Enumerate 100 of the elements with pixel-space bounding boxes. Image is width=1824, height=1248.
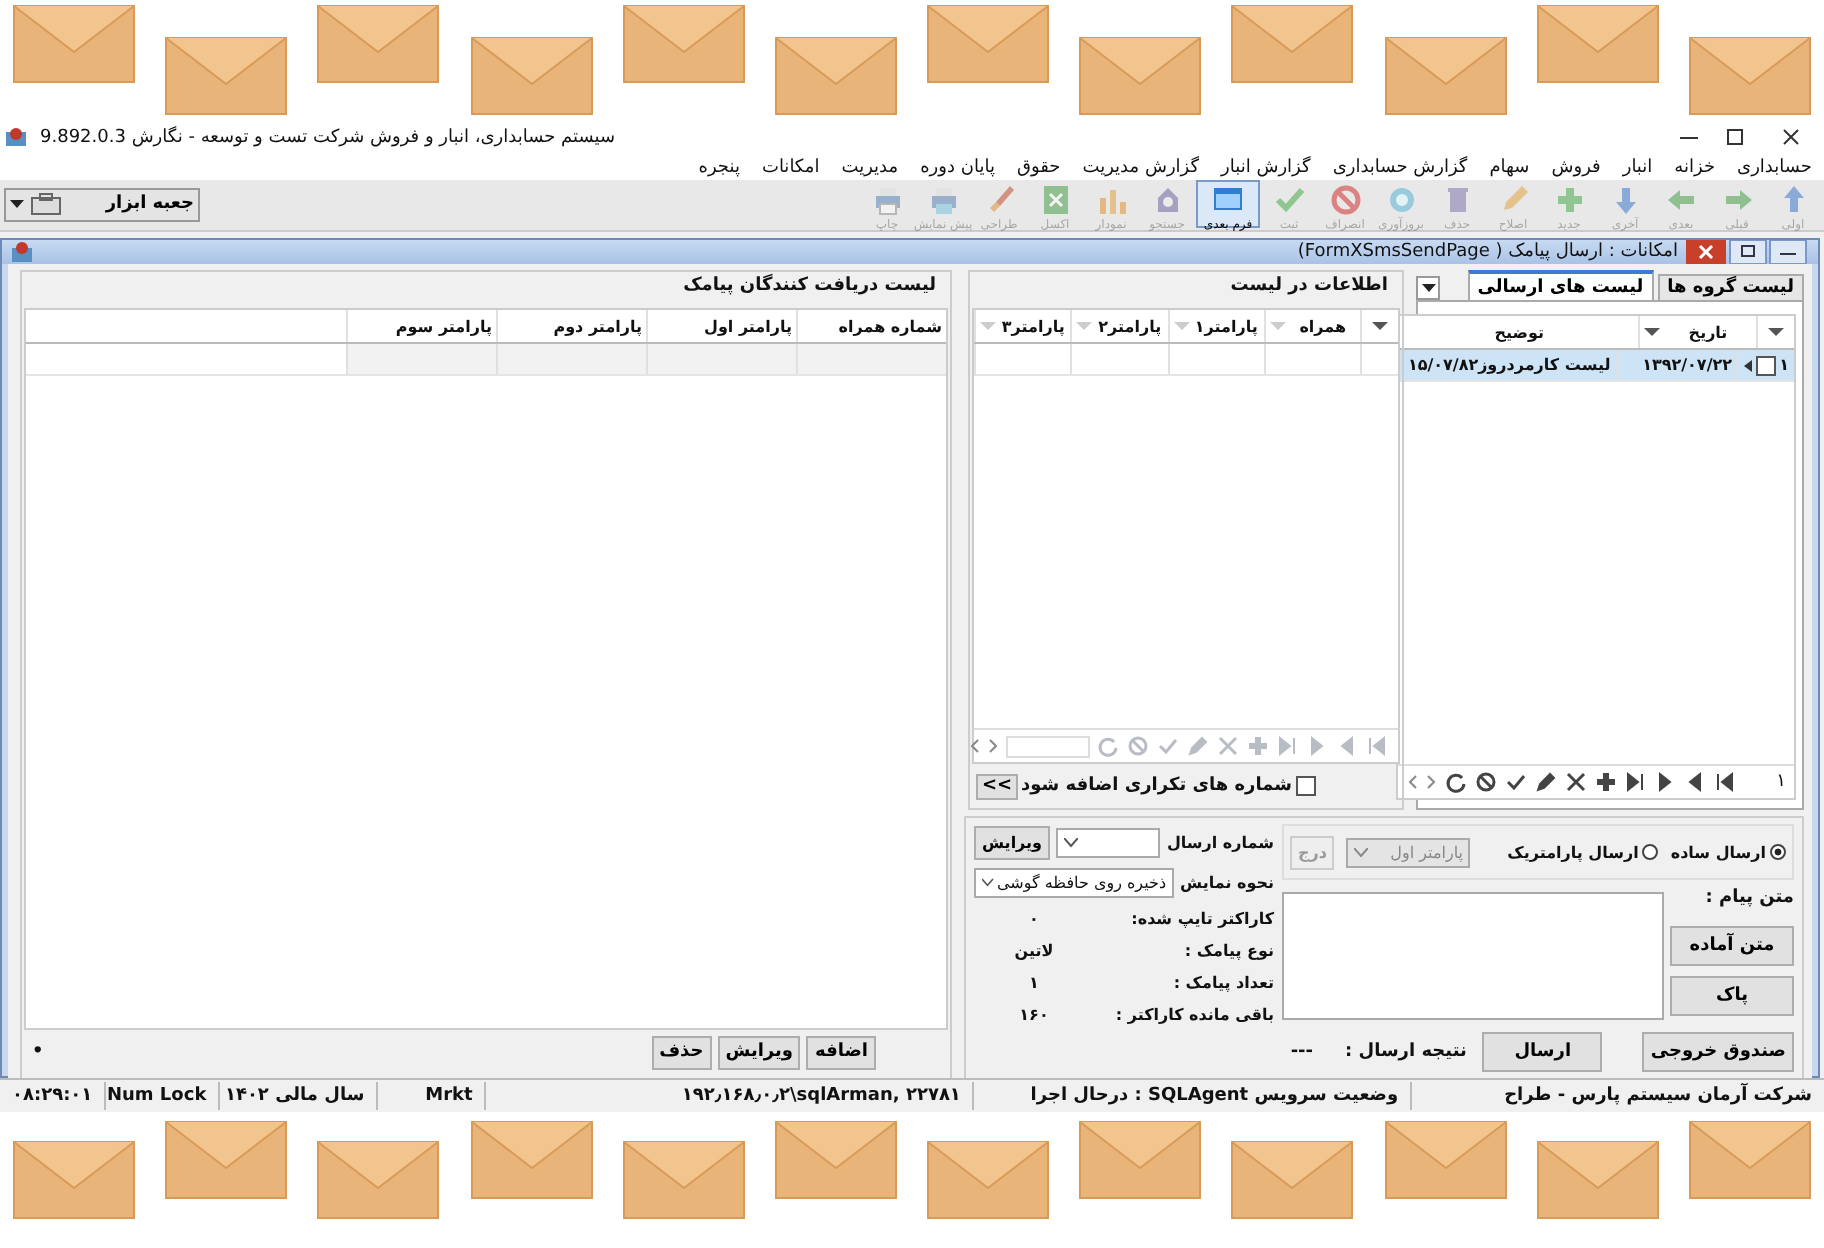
column-header[interactable]: تاریخ [1638, 316, 1756, 349]
menu-item[interactable]: امکانات [761, 157, 820, 178]
refresh-icon[interactable] [1444, 770, 1469, 795]
radio-button[interactable]: ارسال ساده [1670, 843, 1786, 862]
field-label: باقی مانده کاراکتر : [1113, 1005, 1274, 1024]
check-icon[interactable] [1504, 770, 1529, 795]
grid-button[interactable]: حذف [651, 1035, 712, 1070]
envelope-icon [1078, 1120, 1203, 1200]
tab[interactable]: لیست های ارسالی [1467, 270, 1654, 301]
clear-button[interactable]: پاک [1670, 976, 1794, 1017]
field-value: ۱۶۰ [1017, 1005, 1051, 1024]
envelope-icon [316, 1140, 441, 1220]
pencil-icon[interactable] [1534, 770, 1559, 795]
outbox-button[interactable]: صندوق خروجی [1642, 1032, 1794, 1073]
field-label: کاراکتر تایپ شده: [1129, 909, 1274, 928]
field-label: متن پیام : [1703, 888, 1794, 913]
send-button[interactable]: ارسال [1482, 1032, 1603, 1073]
table-cell: ۱۳۹۲/۰۷/۲۲ [1618, 350, 1736, 381]
window-controls-icon [1686, 240, 1810, 265]
sender-select[interactable] [1056, 827, 1161, 858]
record-number: ۱ [1776, 772, 1786, 793]
radio-button[interactable]: ارسال پارامتریک [1507, 843, 1659, 862]
first-icon[interactable] [1714, 770, 1739, 795]
new-row[interactable] [974, 344, 1398, 377]
expand-button[interactable]: >> [976, 773, 1019, 800]
envelope-icon [926, 4, 1051, 84]
envelope-icon [1687, 36, 1812, 116]
new-row[interactable] [26, 344, 946, 377]
close-icon[interactable] [1564, 770, 1589, 795]
field-label: نحوه نمایش [1180, 873, 1274, 892]
envelope-icon [164, 1120, 289, 1200]
column-header[interactable]: شماره همراه [796, 310, 946, 343]
field-value: ۱ [1027, 973, 1041, 992]
display-select[interactable]: ذخیره روی حافظه گوشی [974, 867, 1175, 898]
envelope-icon [1383, 36, 1508, 116]
envelope-icon [469, 1120, 594, 1200]
envelope-icon [1535, 4, 1660, 84]
status-item: سال مالی ۱۴۰۲ [218, 1082, 377, 1111]
status-text: • [32, 1042, 44, 1063]
menu-item[interactable]: گزارش انبار [1221, 157, 1311, 178]
edit-button[interactable]: ویرایش [974, 825, 1051, 860]
result-value: --- [1290, 1042, 1314, 1063]
message-field[interactable] [1282, 892, 1664, 1021]
status-item: Num Lock [104, 1082, 219, 1111]
menu-item[interactable]: خزانه [1674, 157, 1716, 178]
filter-icon[interactable] [1644, 324, 1660, 341]
envelope-icon [1078, 36, 1203, 116]
menu-item[interactable]: پایان دوره [920, 157, 995, 178]
dropdown-button[interactable] [1416, 276, 1440, 301]
column-header[interactable]: پارامتر اول [646, 310, 796, 343]
menu-item[interactable]: سهام [1489, 157, 1530, 178]
row-pointer-icon [1743, 359, 1752, 372]
envelope-icon [1230, 1140, 1355, 1220]
column-header[interactable]: پارامتر۲ [1070, 310, 1167, 343]
app-icon [10, 240, 34, 265]
envelope-icon [926, 1140, 1051, 1220]
status-item: وضعیت سرویس SQLAgent : درحال اجرا [972, 1082, 1411, 1111]
status-item: شرکت آرمان سیستم پارس - طراح [1410, 1082, 1824, 1111]
panel-title: لیست دریافت کنندگان پیامک [681, 276, 938, 301]
envelope-icon [621, 4, 746, 84]
plus-icon[interactable] [1594, 770, 1619, 795]
column-header[interactable]: پارامتر سوم [346, 310, 496, 343]
filter-icon[interactable] [1372, 318, 1388, 335]
window-title: امکانات : ارسال پیامک ( FormXSmsSendPage) [1297, 242, 1678, 263]
caret-icon [1354, 847, 1369, 858]
stop-icon [1327, 182, 1363, 219]
status-item: ۱۹۲٫۱۶۸٫۰٫۲\sqlArman, ۲۲۷۸۱ [484, 1082, 973, 1111]
caret-icon [1421, 283, 1435, 294]
filter-icon[interactable] [1768, 324, 1784, 341]
cancel-icon[interactable] [1474, 770, 1499, 795]
column-header[interactable]: همراه [1263, 310, 1360, 343]
column-header[interactable]: پارامتر دوم [496, 310, 646, 343]
envelope-icon [621, 1140, 746, 1220]
menu-item[interactable]: گزارش مدیریت [1082, 157, 1200, 178]
grid-row[interactable]: ۱ ۱۳۹۲/۰۷/۲۲ لیست کارمردروز۱۵/۰۷/۸۲ [1398, 350, 1794, 383]
grid-button[interactable]: ویرایش [717, 1035, 801, 1070]
grid-button[interactable]: اضافه [806, 1035, 876, 1070]
toolbox-dropdown[interactable]: جعبه ابزار [4, 187, 200, 222]
toolbox-icon [30, 192, 62, 217]
field-label: نوع پیامک : [1182, 941, 1274, 960]
panel-title: اطلاعات در لیست [1228, 276, 1390, 301]
column-header[interactable]: پارامتر۱ [1167, 310, 1264, 343]
last-icon[interactable] [1624, 770, 1649, 795]
menu-item[interactable]: گزارش حسابداری [1332, 157, 1468, 178]
checkbox[interactable]: شماره های تکراری اضافه شود [1020, 776, 1316, 797]
menu-item[interactable]: حقوق [1016, 157, 1061, 178]
menu-item[interactable]: مدیریت [841, 157, 899, 178]
field-value: لاتین [1012, 941, 1056, 960]
menu-item[interactable]: حسابداری [1737, 157, 1812, 178]
column-header[interactable]: پارامتر۳ [974, 310, 1071, 343]
tab[interactable]: لیست گروه ها [1657, 274, 1804, 301]
menu-item[interactable]: فروش [1551, 157, 1601, 178]
envelope-icon [1383, 1120, 1508, 1200]
ready-text-button[interactable]: متن آماده [1670, 926, 1794, 967]
envelope-icon [1230, 4, 1355, 84]
menu-item[interactable]: پنجره [698, 157, 740, 178]
envelope-icon [164, 36, 289, 116]
menu-item[interactable]: انبار [1622, 157, 1653, 178]
field-label: تعداد پیامک : [1171, 973, 1274, 992]
checkbox[interactable] [1755, 355, 1776, 376]
